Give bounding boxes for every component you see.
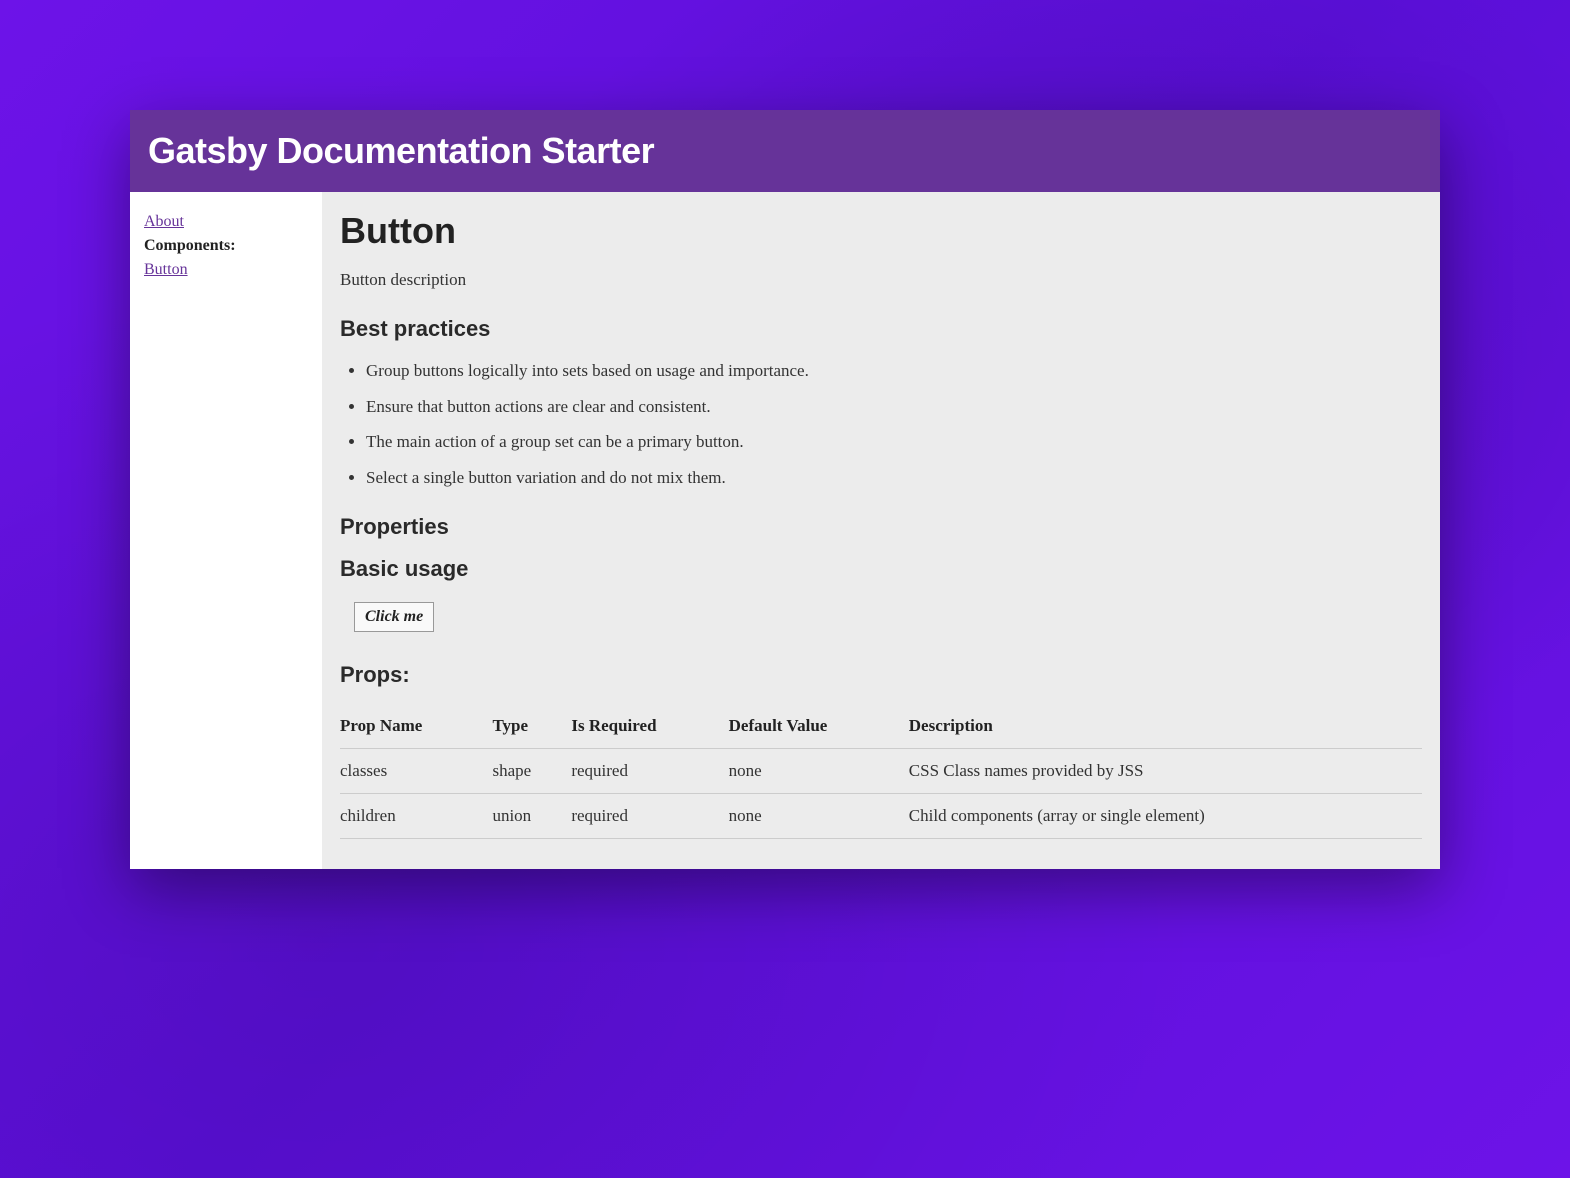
list-item: Ensure that button actions are clear and… <box>366 394 1422 420</box>
sidebar-link-about[interactable]: About <box>144 210 308 234</box>
cell-description: Child components (array or single elemen… <box>909 794 1422 839</box>
cell-required: required <box>571 794 728 839</box>
main-content: Button Button description Best practices… <box>322 192 1440 869</box>
sidebar-link-button[interactable]: Button <box>144 258 308 282</box>
list-item: Group buttons logically into sets based … <box>366 358 1422 384</box>
cell-required: required <box>571 749 728 794</box>
th-default: Default Value <box>729 704 909 749</box>
best-practices-list: Group buttons logically into sets based … <box>340 358 1422 490</box>
table-row: children union required none Child compo… <box>340 794 1422 839</box>
cell-type: shape <box>492 749 571 794</box>
list-item: Select a single button variation and do … <box>366 465 1422 491</box>
th-prop-name: Prop Name <box>340 704 492 749</box>
th-required: Is Required <box>571 704 728 749</box>
body-layout: About Components: Button Button Button d… <box>130 192 1440 869</box>
cell-default: none <box>729 749 909 794</box>
th-type: Type <box>492 704 571 749</box>
table-header-row: Prop Name Type Is Required Default Value… <box>340 704 1422 749</box>
cell-prop-name: children <box>340 794 492 839</box>
basic-usage-heading: Basic usage <box>340 556 1422 582</box>
properties-heading: Properties <box>340 514 1422 540</box>
props-heading: Props: <box>340 662 1422 688</box>
header-bar: Gatsby Documentation Starter <box>130 110 1440 192</box>
sidebar-section-components: Components: <box>144 234 308 258</box>
table-row: classes shape required none CSS Class na… <box>340 749 1422 794</box>
cell-default: none <box>729 794 909 839</box>
page-description: Button description <box>340 270 1422 290</box>
site-title: Gatsby Documentation Starter <box>148 130 1422 172</box>
page-title: Button <box>340 210 1422 252</box>
example-button[interactable]: Click me <box>354 602 434 632</box>
cell-description: CSS Class names provided by JSS <box>909 749 1422 794</box>
sidebar: About Components: Button <box>130 192 322 869</box>
cell-type: union <box>492 794 571 839</box>
best-practices-heading: Best practices <box>340 316 1422 342</box>
props-table: Prop Name Type Is Required Default Value… <box>340 704 1422 839</box>
app-window: Gatsby Documentation Starter About Compo… <box>130 110 1440 869</box>
list-item: The main action of a group set can be a … <box>366 429 1422 455</box>
th-description: Description <box>909 704 1422 749</box>
cell-prop-name: classes <box>340 749 492 794</box>
